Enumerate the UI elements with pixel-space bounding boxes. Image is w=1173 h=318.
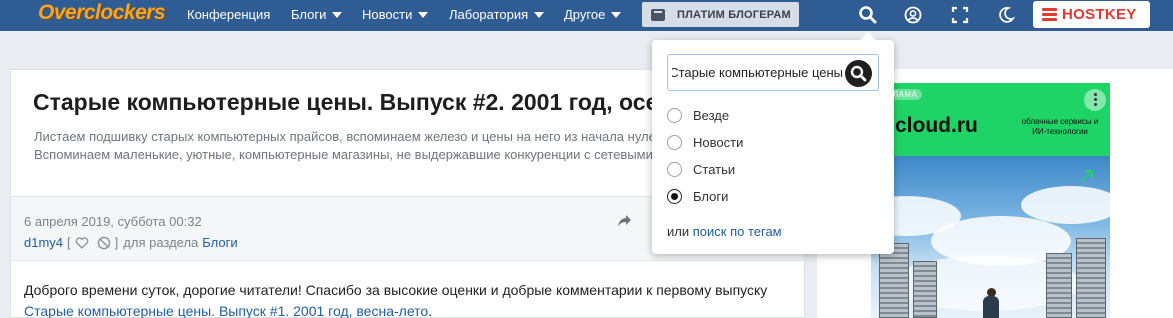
pay-bloggers-button[interactable]: ПЛАТИМ БЛОГЕРАМ	[642, 2, 799, 27]
section-link[interactable]: Блоги	[202, 235, 237, 250]
body-text: Доброго времени суток, дорогие читатели!…	[24, 282, 768, 298]
top-navigation-bar: Overclockers Конференция Блоги Новости Л…	[0, 0, 1173, 31]
search-icon	[850, 65, 867, 82]
section-prefix: для раздела	[123, 235, 199, 250]
caret-down-icon	[418, 11, 429, 18]
server-rack	[1076, 238, 1106, 318]
user-icon[interactable]	[903, 5, 923, 25]
sponsor-logo[interactable]: HOSTKEY	[1033, 1, 1150, 28]
body-link[interactable]: Старые компьютерные цены. Выпуск #1. 200…	[24, 303, 428, 318]
nav-item-conference[interactable]: Конференция	[187, 7, 270, 22]
server-rack	[1046, 253, 1072, 318]
search-scope-articles[interactable]: Статьи	[667, 162, 735, 177]
bracket-open: [	[67, 235, 71, 250]
article-title: Старые компьютерные цены. Выпуск #2. 200…	[33, 89, 750, 115]
block-icon[interactable]	[97, 236, 111, 250]
bracket-close: ]	[114, 235, 119, 250]
search-field	[667, 54, 879, 91]
nav-item-laboratory[interactable]: Лаборатория	[449, 7, 545, 22]
heart-icon[interactable]	[75, 236, 89, 249]
tag-search-prefix: или	[667, 224, 690, 239]
ad-tagline: облачные сервисы и ИИ-технологии	[1021, 117, 1099, 136]
radio-button[interactable]	[667, 108, 682, 123]
search-dropdown: Везде Новости Статьи Блоги или поиск по …	[652, 32, 894, 254]
radio-label: Статьи	[693, 162, 736, 177]
article-body: Доброго времени суток, дорогие читатели!…	[24, 280, 792, 318]
search-scope-blogs[interactable]: Блоги	[667, 189, 728, 204]
caret-down-icon	[332, 11, 343, 18]
nav-item-label: Конференция	[187, 7, 271, 22]
search-scope-news[interactable]: Новости	[667, 135, 743, 150]
radio-button-selected[interactable]	[667, 189, 682, 204]
caret-down-icon	[611, 11, 622, 18]
wallet-icon	[651, 8, 665, 21]
radio-label: Везде	[693, 108, 730, 123]
article-date: 6 апреля 2019, суббота 00:32	[24, 214, 202, 229]
nav-item-label: Блоги	[291, 7, 327, 22]
tag-search-link[interactable]: поиск по тегам	[693, 224, 782, 239]
caret-down-icon	[534, 11, 545, 18]
share-icon[interactable]	[617, 214, 632, 228]
moon-icon[interactable]	[996, 5, 1016, 25]
search-submit-button[interactable]	[845, 60, 872, 87]
more-vertical-icon[interactable]	[1084, 89, 1106, 111]
nav-item-label: Лаборатория	[449, 7, 529, 22]
author-link[interactable]: d1my4	[24, 235, 63, 250]
ad-brand: cloud.ru	[895, 114, 978, 137]
nav-item-news[interactable]: Новости	[362, 7, 429, 22]
nav-item-label: Другое	[564, 7, 606, 22]
nav-item-other[interactable]: Другое	[564, 7, 622, 22]
search-icon[interactable]	[858, 5, 878, 25]
fullscreen-icon[interactable]	[950, 5, 970, 25]
hostkey-mark-icon	[1042, 7, 1057, 22]
cloud-shape	[1021, 186, 1110, 224]
tag-search-row: или поиск по тегам	[667, 224, 782, 239]
site-logo[interactable]: Overclockers	[38, 1, 166, 25]
radio-button[interactable]	[667, 162, 682, 177]
nav-item-label: Новости	[362, 7, 413, 22]
author-row: d1my4 [ ] для раздела Блоги	[24, 235, 238, 250]
search-scope-everywhere[interactable]: Везде	[667, 108, 729, 123]
ad-banner[interactable]: РЕКЛАМА cloud.ru облачные сервисы и ИИ-т…	[871, 83, 1110, 318]
arrow-up-right-icon	[1081, 170, 1093, 182]
search-input[interactable]	[668, 55, 843, 90]
person-figure	[983, 296, 999, 318]
body-end: .	[428, 303, 433, 318]
radio-button[interactable]	[667, 135, 682, 150]
sponsor-name: HOSTKEY	[1062, 6, 1137, 23]
server-rack	[913, 261, 937, 318]
pay-bloggers-label: ПЛАТИМ БЛОГЕРАМ	[677, 8, 791, 21]
server-rack	[879, 243, 909, 318]
radio-label: Новости	[693, 135, 744, 150]
nav-item-blogs[interactable]: Блоги	[291, 7, 343, 22]
radio-label: Блоги	[693, 189, 729, 204]
